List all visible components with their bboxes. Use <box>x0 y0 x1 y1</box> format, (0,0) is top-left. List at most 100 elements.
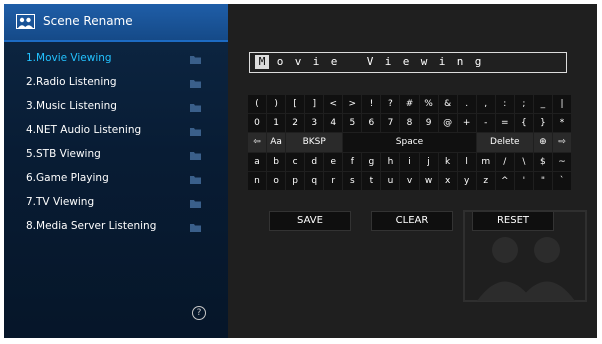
scene-name-field[interactable]: MovieViewing <box>249 52 567 73</box>
keyboard-key[interactable]: ! <box>362 95 381 114</box>
keyboard-key[interactable]: e <box>324 152 343 171</box>
keyboard-key[interactable]: j <box>419 152 438 171</box>
keyboard-key[interactable]: i <box>400 152 419 171</box>
scene-item-label: 7.TV Viewing <box>26 196 95 208</box>
keyboard-key[interactable]: } <box>533 114 552 133</box>
help-icon[interactable]: ? <box>192 306 206 320</box>
keyboard-key[interactable]: . <box>457 95 476 114</box>
keyboard-key[interactable]: v <box>400 171 419 190</box>
folder-icon <box>190 200 201 208</box>
keyboard-key[interactable]: : <box>495 95 514 114</box>
scene-item-label: 2.Radio Listening <box>26 76 117 88</box>
keyboard-key[interactable]: ^ <box>495 171 514 190</box>
keyboard-key[interactable]: # <box>400 95 419 114</box>
scene-item[interactable]: 6.Game Playing <box>4 168 228 192</box>
keyboard-key[interactable]: u <box>381 171 400 190</box>
keyboard-key[interactable]: < <box>324 95 343 114</box>
keyboard-key[interactable]: & <box>438 95 457 114</box>
scene-item[interactable]: 3.Music Listening <box>4 96 228 120</box>
keyboard-key[interactable]: n <box>248 171 267 190</box>
cursor-left-key[interactable]: ⇦ <box>248 133 267 152</box>
keyboard-key[interactable]: - <box>476 114 495 133</box>
keyboard-key[interactable]: ` <box>552 171 571 190</box>
keyboard-key[interactable]: q <box>305 171 324 190</box>
space-key[interactable]: Space <box>343 133 476 152</box>
keyboard-key[interactable]: x <box>438 171 457 190</box>
scene-item[interactable]: 7.TV Viewing <box>4 192 228 216</box>
keyboard-key[interactable]: k <box>438 152 457 171</box>
keyboard-key[interactable]: 5 <box>343 114 362 133</box>
keyboard-key[interactable]: r <box>324 171 343 190</box>
sidebar: Scene Rename 1.Movie Viewing 2.Radio List… <box>4 4 228 338</box>
keyboard-key[interactable]: 3 <box>305 114 324 133</box>
keyboard-key[interactable]: = <box>495 114 514 133</box>
keyboard-key[interactable]: " <box>533 171 552 190</box>
keyboard-key[interactable]: { <box>514 114 533 133</box>
name-char: i <box>438 55 446 68</box>
scene-item-label: 1.Movie Viewing <box>26 52 112 64</box>
keyboard-key[interactable]: + <box>457 114 476 133</box>
scene-item[interactable]: 4.NET Audio Listening <box>4 120 228 144</box>
keyboard-key[interactable]: ] <box>305 95 324 114</box>
scene-rename-screen: Scene Rename 1.Movie Viewing 2.Radio List… <box>4 4 597 338</box>
keyboard-key[interactable]: 6 <box>362 114 381 133</box>
scene-item[interactable]: 1.Movie Viewing <box>4 48 228 72</box>
keyboard-key[interactable]: h <box>381 152 400 171</box>
keyboard-key[interactable]: t <box>362 171 381 190</box>
keyboard-key[interactable]: > <box>343 95 362 114</box>
keyboard-key[interactable]: % <box>419 95 438 114</box>
save-button[interactable]: SAVE <box>269 211 351 231</box>
keyboard-key[interactable]: 1 <box>267 114 286 133</box>
keyboard-key[interactable]: f <box>343 152 362 171</box>
keyboard-key[interactable]: ' <box>514 171 533 190</box>
keyboard-key[interactable]: a <box>248 152 267 171</box>
keyboard-key[interactable]: / <box>495 152 514 171</box>
page-title: Scene Rename <box>43 14 133 28</box>
name-char: e <box>402 55 410 68</box>
keyboard-key[interactable]: 4 <box>324 114 343 133</box>
keyboard-key[interactable]: ) <box>267 95 286 114</box>
keyboard-key[interactable]: g <box>362 152 381 171</box>
keyboard-key[interactable]: 2 <box>286 114 305 133</box>
folder-icon <box>190 56 201 64</box>
keyboard-key[interactable]: ? <box>381 95 400 114</box>
keyboard-key[interactable]: ~ <box>552 152 571 171</box>
backspace-key[interactable]: BKSP <box>286 133 343 152</box>
keyboard-key[interactable]: p <box>286 171 305 190</box>
keyboard-key[interactable]: 7 <box>381 114 400 133</box>
keyboard-key[interactable]: _ <box>533 95 552 114</box>
delete-key[interactable]: Delete <box>476 133 533 152</box>
keyboard-key[interactable]: ; <box>514 95 533 114</box>
scene-item[interactable]: 2.Radio Listening <box>4 72 228 96</box>
keyboard-key[interactable]: \ <box>514 152 533 171</box>
keyboard-key[interactable]: y <box>457 171 476 190</box>
keyboard-key[interactable]: ( <box>248 95 267 114</box>
scene-item[interactable]: 8.Media Server Listening <box>4 216 228 240</box>
keyboard-key[interactable]: c <box>286 152 305 171</box>
scene-item[interactable]: 5.STB Viewing <box>4 144 228 168</box>
keyboard-key[interactable]: l <box>457 152 476 171</box>
keyboard-key[interactable]: , <box>476 95 495 114</box>
keyboard-key[interactable]: | <box>552 95 571 114</box>
name-char: M <box>255 55 269 69</box>
name-char: i <box>384 55 392 68</box>
keyboard-key[interactable]: $ <box>533 152 552 171</box>
keyboard-key[interactable]: o <box>267 171 286 190</box>
language-key[interactable]: ⊕ <box>533 133 552 152</box>
clear-button[interactable]: CLEAR <box>371 211 453 231</box>
keyboard-key[interactable]: @ <box>438 114 457 133</box>
keyboard-key[interactable]: m <box>476 152 495 171</box>
keyboard-key[interactable]: d <box>305 152 324 171</box>
keyboard-key[interactable]: z <box>476 171 495 190</box>
keyboard-key[interactable]: s <box>343 171 362 190</box>
folder-icon <box>190 224 201 232</box>
keyboard-key[interactable]: 8 <box>400 114 419 133</box>
keyboard-key[interactable]: b <box>267 152 286 171</box>
keyboard-key[interactable]: 0 <box>248 114 267 133</box>
cursor-right-key[interactable]: ⇨ <box>552 133 571 152</box>
keyboard-key[interactable]: * <box>552 114 571 133</box>
keyboard-key[interactable]: [ <box>286 95 305 114</box>
case-toggle-key[interactable]: Aa <box>267 133 286 152</box>
keyboard-key[interactable]: 9 <box>419 114 438 133</box>
keyboard-key[interactable]: w <box>419 171 438 190</box>
